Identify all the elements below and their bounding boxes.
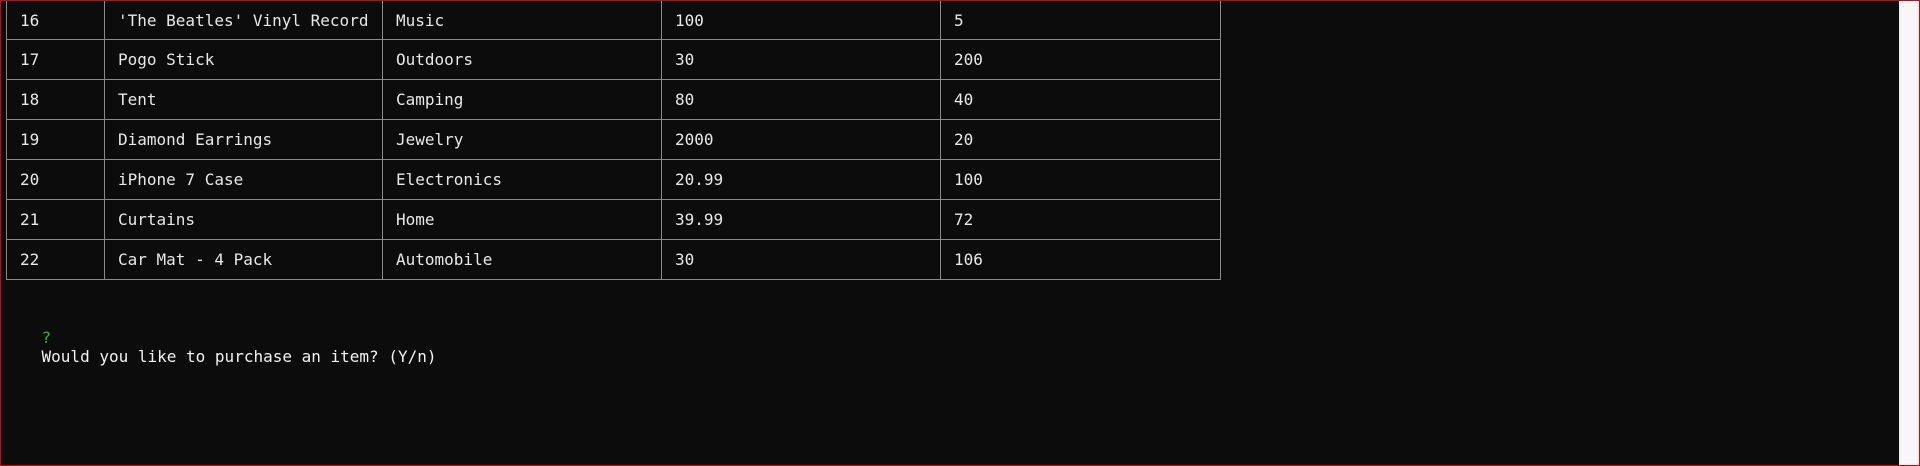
product-name-cell: iPhone 7 Case (104, 159, 383, 200)
product-name-cell: Curtains (104, 199, 383, 240)
purchase-prompt[interactable]: ? Would you like to purchase an item? (Y… (3, 309, 437, 385)
price-cell: 100 (661, 1, 941, 40)
table-row: 21 Curtains Home 39.99 72 (6, 199, 1221, 240)
scrollbar-track[interactable] (1899, 1, 1919, 465)
department-cell: Home (382, 199, 662, 240)
department-cell: Camping (382, 79, 662, 120)
price-cell: 39.99 (661, 199, 941, 240)
terminal-window[interactable]: 16 'The Beatles' Vinyl Record Music 100 … (0, 0, 1920, 466)
table-row: 17 Pogo Stick Outdoors 30 200 (6, 39, 1221, 80)
prompt-question: Would you like to purchase an item? (Y/n… (41, 347, 437, 366)
table-row: 18 Tent Camping 80 40 (6, 79, 1221, 120)
department-cell: Music (382, 1, 662, 40)
quantity-cell: 5 (940, 1, 1221, 40)
item-id-cell: 18 (6, 79, 105, 120)
price-cell: 30 (661, 39, 941, 80)
table-row: 19 Diamond Earrings Jewelry 2000 20 (6, 119, 1221, 160)
quantity-cell: 20 (940, 119, 1221, 160)
scrollbar-thumb[interactable] (1901, 1, 1917, 465)
table-row: 22 Car Mat - 4 Pack Automobile 30 106 (6, 239, 1221, 280)
department-cell: Electronics (382, 159, 662, 200)
product-name-cell: 'The Beatles' Vinyl Record (104, 1, 383, 40)
question-mark-icon: ? (41, 328, 52, 347)
item-id-cell: 19 (6, 119, 105, 160)
quantity-cell: 100 (940, 159, 1221, 200)
price-cell: 2000 (661, 119, 941, 160)
item-id-cell: 17 (6, 39, 105, 80)
item-id-cell: 21 (6, 199, 105, 240)
department-cell: Automobile (382, 239, 662, 280)
price-cell: 30 (661, 239, 941, 280)
quantity-cell: 106 (940, 239, 1221, 280)
product-name-cell: Tent (104, 79, 383, 120)
item-id-cell: 20 (6, 159, 105, 200)
table-row: 16 'The Beatles' Vinyl Record Music 100 … (6, 1, 1221, 40)
product-name-cell: Car Mat - 4 Pack (104, 239, 383, 280)
product-name-cell: Diamond Earrings (104, 119, 383, 160)
quantity-cell: 72 (940, 199, 1221, 240)
item-id-cell: 22 (6, 239, 105, 280)
quantity-cell: 40 (940, 79, 1221, 120)
department-cell: Jewelry (382, 119, 662, 160)
department-cell: Outdoors (382, 39, 662, 80)
table-row: 20 iPhone 7 Case Electronics 20.99 100 (6, 159, 1221, 200)
price-cell: 20.99 (661, 159, 941, 200)
price-cell: 80 (661, 79, 941, 120)
quantity-cell: 200 (940, 39, 1221, 80)
products-table: 16 'The Beatles' Vinyl Record Music 100 … (6, 1, 1221, 280)
item-id-cell: 16 (6, 1, 105, 40)
product-name-cell: Pogo Stick (104, 39, 383, 80)
